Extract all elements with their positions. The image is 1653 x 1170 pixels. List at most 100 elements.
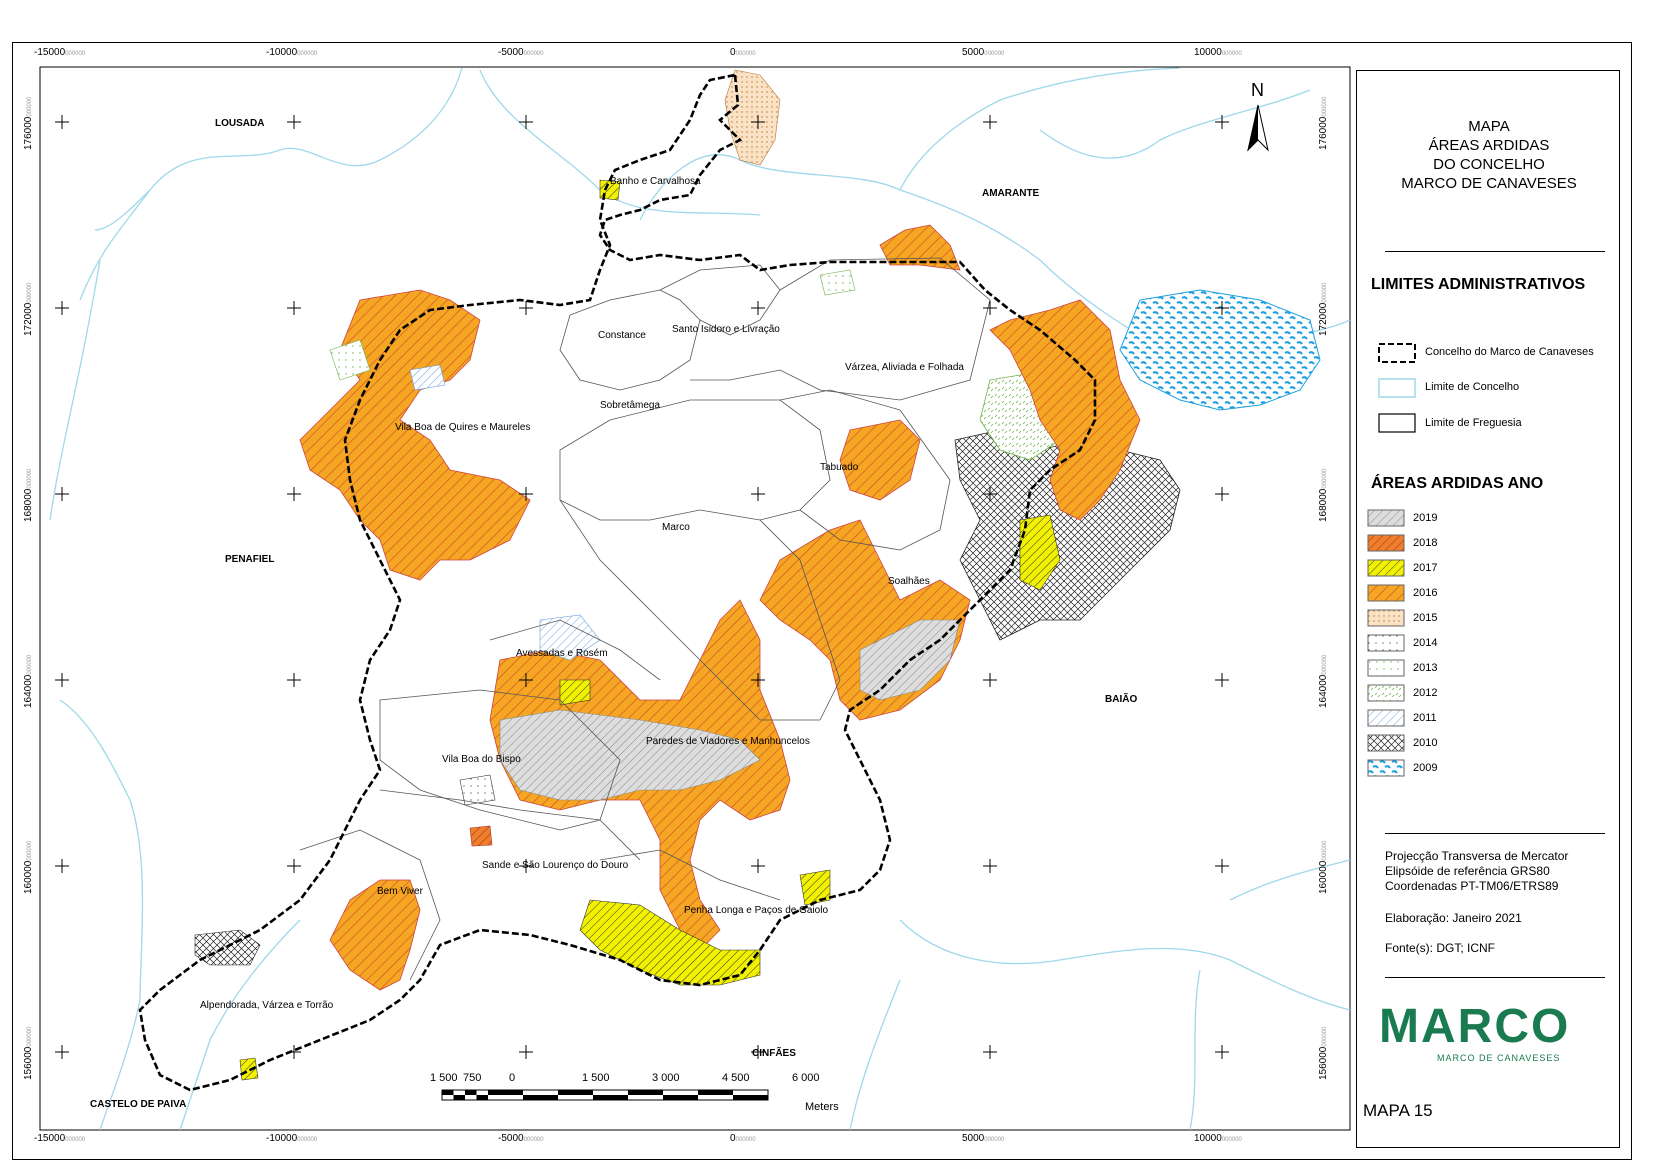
year-swatch	[1367, 559, 1405, 577]
year-label: 2017	[1413, 562, 1438, 574]
coord-tick-label: 172000000000	[23, 282, 34, 336]
year-label: 2010	[1413, 737, 1438, 749]
year-swatch	[1367, 684, 1405, 702]
scale-segment	[698, 1090, 733, 1095]
coord-tick-label: -15000000000	[34, 47, 86, 58]
parish-label: Sande e São Lourenço do Douro	[482, 860, 629, 871]
coord-tick-label: 156000000000	[1318, 1026, 1329, 1080]
place-cinfaes: CINFÃES	[752, 1048, 796, 1059]
info-line: Projecção Transversa de Mercator	[1385, 849, 1569, 863]
scale-segment	[465, 1090, 477, 1095]
scale-label: 1 500	[582, 1072, 610, 1084]
coord-tick-label: 0000000	[730, 47, 756, 58]
year-swatch	[1367, 634, 1405, 652]
scale-segment	[628, 1090, 663, 1095]
scale-segment	[476, 1095, 488, 1100]
scale-segment	[733, 1095, 768, 1100]
year-swatch	[1367, 759, 1405, 777]
place-castelo-de-paiva: CASTELO DE PAIVA	[90, 1099, 187, 1110]
year-label: 2013	[1413, 662, 1438, 674]
parish-label: Várzea, Aliviada e Folhada	[845, 362, 964, 373]
coord-tick-label: -5000000000	[498, 47, 544, 58]
coord-tick-label: 0000000	[730, 1133, 756, 1144]
year-label: 2009	[1413, 762, 1438, 774]
coord-tick-label: 5000000000	[962, 47, 1005, 58]
scale-label: 4 500	[722, 1072, 750, 1084]
parish-label: Vila Boa do Bispo	[442, 754, 521, 765]
coord-tick-label: -15000000000	[34, 1133, 86, 1144]
burn-title: ÁREAS ARDIDAS ANO	[1371, 475, 1544, 492]
year-swatch	[1367, 534, 1405, 552]
parish-label: Paredes de Viadores e Manhuncelos	[646, 736, 810, 747]
admin-title: LIMITES ADMINISTRATIVOS	[1371, 276, 1586, 293]
parish-label: Tabuado	[820, 462, 859, 473]
scale-segment	[488, 1090, 523, 1095]
panel-title-4: MARCO DE CANAVESES	[1401, 175, 1577, 192]
legend-panel: MAPA ÁREAS ARDIDAS DO CONCELHO MARCO DE …	[1356, 70, 1620, 1148]
parish-label: Vila Boa de Quires e Maureles	[395, 422, 531, 433]
panel-title-3: DO CONCELHO	[1433, 156, 1545, 173]
north-label: N	[1251, 80, 1264, 100]
marco-logo: MARCO MARCO DE CANAVESES	[1379, 1001, 1609, 1071]
burned-areas[interactable]	[194, 69, 1321, 1081]
divider	[1385, 251, 1605, 252]
year-label: 2014	[1413, 637, 1438, 649]
scale-segment	[442, 1090, 454, 1095]
coord-tick-label: 10000000000	[1194, 47, 1242, 58]
info-line: Elipsóide de referência GRS80	[1385, 864, 1550, 878]
admin-legend-symbols	[1378, 343, 1416, 433]
parish-label: Constance	[598, 330, 646, 341]
year-swatch	[1367, 609, 1405, 627]
year-label: 2011	[1413, 712, 1437, 724]
scale-unit: Meters	[805, 1101, 839, 1113]
parish-label: Penha Longa e Paços de Gaiolo	[684, 905, 828, 916]
parish-label: Banho e Carvalhosa	[610, 176, 701, 187]
scale-label: 750	[463, 1072, 482, 1084]
parish-label: Santo Isidoro e Livração	[672, 324, 780, 335]
year-label: 2018	[1413, 537, 1438, 549]
elaboration: Elaboração: Janeiro 2021	[1385, 911, 1522, 925]
coord-tick-label: 172000000000	[1318, 282, 1329, 336]
year-label: 2012	[1413, 687, 1438, 699]
legend-concelho-marco: Concelho do Marco de Canaveses	[1425, 346, 1594, 358]
scale-segment	[593, 1095, 628, 1100]
coord-tick-label: 164000000000	[1318, 654, 1329, 708]
scale-label: 6 000	[792, 1072, 820, 1084]
divider	[1385, 977, 1605, 978]
coord-tick-label: -10000000000	[266, 1133, 318, 1144]
coord-tick-label: 164000000000	[23, 654, 34, 708]
year-label: 2016	[1413, 587, 1438, 599]
parish-label: Soalhães	[888, 576, 930, 587]
place-lousada: LOUSADA	[215, 118, 265, 129]
coord-tick-label: 168000000000	[1318, 468, 1329, 522]
year-swatch	[1367, 584, 1405, 602]
info-line: Coordenadas PT-TM06/ETRS89	[1385, 879, 1559, 893]
coord-tick-label: 160000000000	[1318, 840, 1329, 894]
panel-title-2: ÁREAS ARDIDAS	[1428, 137, 1550, 154]
scale-segment	[453, 1095, 465, 1100]
year-swatch	[1367, 659, 1405, 677]
place-amarante: AMARANTE	[982, 188, 1040, 199]
logo-text: MARCO	[1379, 1000, 1571, 1053]
scale-bar	[441, 1089, 769, 1101]
scale-label: 0	[509, 1072, 516, 1084]
coord-tick-label: -5000000000	[498, 1133, 544, 1144]
parish-label: Marco	[662, 522, 690, 533]
scale-label: 1 500	[430, 1072, 458, 1084]
year-label: 2015	[1413, 612, 1438, 624]
scale-label: 3 000	[652, 1072, 680, 1084]
panel-title-1: MAPA	[1468, 118, 1510, 135]
coord-tick-label: 176000000000	[1318, 96, 1329, 150]
north-arrow-icon	[1247, 104, 1269, 152]
year-label: 2019	[1413, 512, 1438, 524]
scale-segment	[663, 1095, 698, 1100]
sources: Fonte(s): DGT; ICNF	[1385, 941, 1496, 955]
coord-tick-label: -10000000000	[266, 47, 318, 58]
parish-label: Sobretâmega	[600, 400, 661, 411]
legend-limite-freguesia: Limite de Freguesia	[1425, 417, 1522, 429]
coord-tick-label: 168000000000	[23, 468, 34, 522]
logo-sub: MARCO DE CANAVESES	[1437, 1053, 1561, 1063]
parish-label: Avessadas e Rosém	[516, 648, 608, 659]
place-baiao: BAIÃO	[1105, 694, 1138, 705]
coord-tick-label: 156000000000	[23, 1026, 34, 1080]
